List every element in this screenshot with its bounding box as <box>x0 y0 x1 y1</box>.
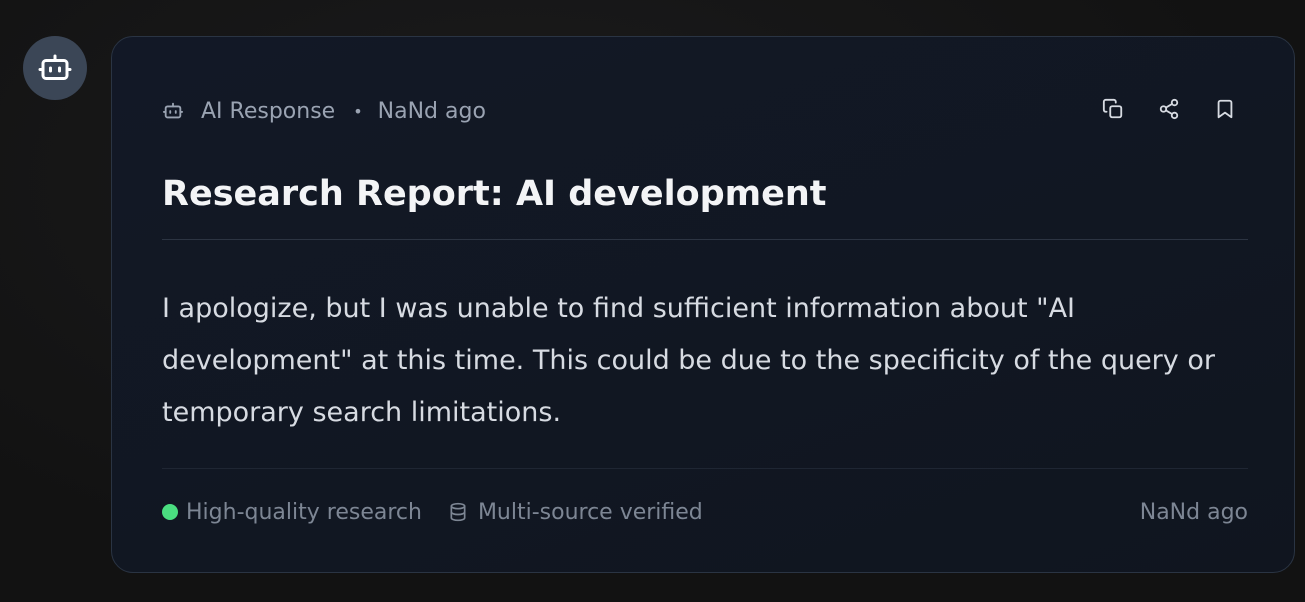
footer-timestamp: NaNd ago <box>1139 499 1248 525</box>
response-timestamp: NaNd ago <box>377 98 486 124</box>
assistant-avatar <box>23 36 87 100</box>
report-title: Research Report: AI development <box>162 174 827 214</box>
bookmark-button[interactable] <box>1214 97 1236 121</box>
header-separator: • <box>353 101 363 121</box>
bookmark-icon <box>1217 99 1233 119</box>
chat-page: AI Response • NaNd ago Research Report: … <box>0 0 1305 602</box>
title-divider <box>162 239 1248 240</box>
verified-label: Multi-source verified <box>477 499 703 525</box>
copy-button[interactable] <box>1102 97 1124 121</box>
report-body: I apologize, but I was unable to find su… <box>162 293 1215 428</box>
database-icon <box>448 500 468 524</box>
response-footer: High-quality research Multi-source verif… <box>162 497 1248 527</box>
footer-divider <box>162 468 1248 469</box>
response-label: AI Response <box>201 98 336 124</box>
share-button[interactable] <box>1158 97 1180 121</box>
response-actions <box>1102 97 1236 121</box>
bot-icon <box>162 100 184 122</box>
quality-status-dot <box>162 504 178 520</box>
copy-icon <box>1102 98 1123 119</box>
share-icon <box>1159 98 1179 120</box>
response-header: AI Response • NaNd ago <box>162 97 486 125</box>
response-card: AI Response • NaNd ago Research Report: … <box>111 36 1295 573</box>
bot-icon <box>38 54 72 80</box>
quality-label: High-quality research <box>186 499 422 525</box>
